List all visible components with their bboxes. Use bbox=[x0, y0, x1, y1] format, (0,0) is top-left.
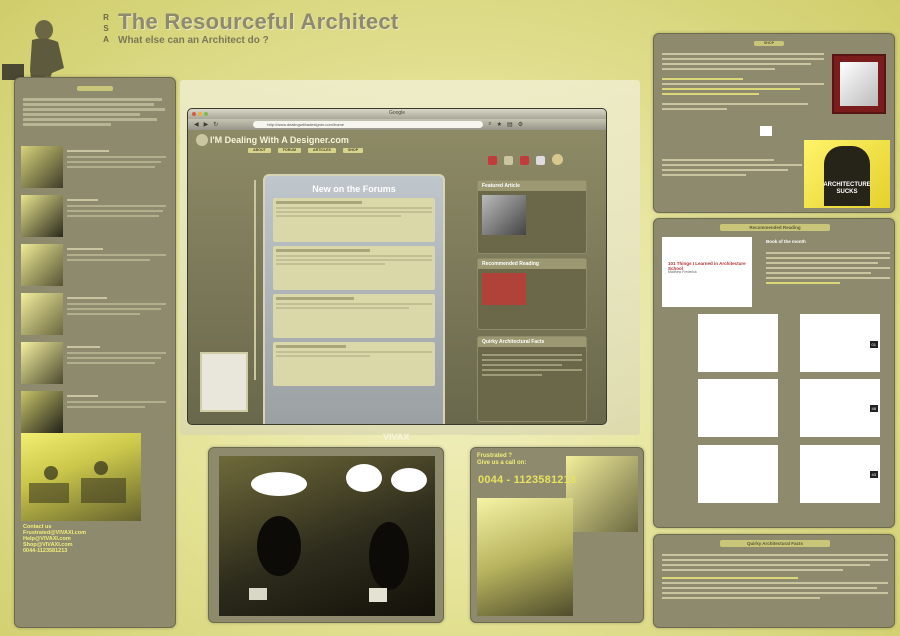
browser-titlebar: Google bbox=[188, 109, 606, 119]
book-page: 48 bbox=[800, 379, 880, 437]
forum-post[interactable] bbox=[273, 342, 435, 386]
reading-panel: Recommended Reading 101 Things I Learned… bbox=[653, 218, 895, 528]
left-panel: Contact us Frustrated@VIVAXI.com Help@VI… bbox=[14, 77, 176, 628]
tshirt-caption-line-2: SUCKS bbox=[836, 189, 858, 195]
forum-post[interactable] bbox=[273, 246, 435, 290]
site-nav: ABOUT FORUM ARTICLES SHOP bbox=[248, 148, 364, 153]
woman-on-phone-photo bbox=[566, 456, 638, 532]
book-page: 01 bbox=[800, 314, 880, 372]
quirky-facts-box: Quirky Architectural Facts bbox=[477, 336, 587, 422]
reading-tag: Recommended Reading bbox=[720, 224, 830, 231]
browser-window: Google ◀ ▶ ↻ http://www.dealingwithadesi… bbox=[187, 108, 607, 425]
bookmark-star-icon[interactable]: ★ bbox=[497, 121, 502, 128]
page-title: The Resourceful Architect bbox=[118, 9, 399, 34]
contact-block: Contact us Frustrated@VIVAXI.com Help@VI… bbox=[23, 524, 86, 554]
social-icon-4[interactable] bbox=[536, 156, 545, 165]
facts-text bbox=[662, 551, 888, 602]
frustrated-text: Frustrated ? bbox=[477, 453, 513, 459]
nav-forum[interactable]: FORUM bbox=[277, 148, 301, 153]
give-call-text: Give us a call on: bbox=[477, 460, 527, 466]
settings-icon[interactable]: ⚙ bbox=[518, 121, 523, 128]
page-number: 48 bbox=[869, 405, 878, 412]
featured-article-image[interactable] bbox=[482, 195, 526, 235]
facts-panel: Quirky Architectural Facts bbox=[653, 534, 895, 628]
book-page bbox=[698, 379, 778, 437]
search-icon[interactable]: ⌕ bbox=[488, 121, 491, 128]
book-page bbox=[698, 314, 778, 372]
social-icon-2[interactable] bbox=[504, 156, 513, 165]
shop-panel: SHOP ARCHITECTURE SUCKS bbox=[653, 33, 895, 213]
profile-photo bbox=[21, 146, 63, 188]
book-page bbox=[698, 445, 778, 503]
book-description bbox=[766, 249, 890, 287]
profile-photo bbox=[21, 195, 63, 237]
page-number: 43 bbox=[869, 471, 878, 478]
address-bar[interactable]: http://www.dealingwithadesigner.com/home bbox=[253, 121, 484, 128]
recommended-reading-title: Recommended Reading bbox=[478, 259, 586, 269]
book-author: Matthew Frederick bbox=[668, 270, 697, 274]
website-content: I'M Dealing With A Designer.com ABOUT FO… bbox=[188, 130, 606, 424]
shop-text-2 bbox=[662, 156, 802, 179]
social-icon-1[interactable] bbox=[488, 156, 497, 165]
quirky-facts-title: Quirky Architectural Facts bbox=[478, 337, 586, 347]
book-cover-image[interactable] bbox=[482, 273, 526, 305]
profile-item bbox=[21, 293, 171, 339]
profile-item bbox=[21, 391, 171, 437]
site-logo-icon bbox=[196, 134, 208, 146]
print-icon[interactable]: ▤ bbox=[507, 121, 513, 128]
tshirt-caption-line-1: ARCHITECTURE bbox=[823, 182, 871, 188]
forum-post[interactable] bbox=[273, 294, 435, 338]
profile-photo bbox=[21, 293, 63, 335]
tshirt-icon[interactable] bbox=[760, 126, 772, 136]
back-arrow-icon[interactable]: ◀ bbox=[194, 121, 199, 128]
forum-heading: New on the Forums bbox=[312, 184, 396, 194]
browser-toolbar: ◀ ▶ ↻ http://www.dealingwithadesigner.co… bbox=[188, 119, 606, 130]
cartoon-thumbnail bbox=[200, 352, 248, 412]
shop-tag: SHOP bbox=[754, 41, 784, 46]
user-avatar-icon[interactable] bbox=[552, 154, 563, 165]
profile-photo bbox=[21, 244, 63, 286]
forum-post[interactable] bbox=[273, 198, 435, 242]
book-page: 43 bbox=[800, 445, 880, 503]
featured-article-title: Featured Article bbox=[478, 181, 586, 191]
shop-text bbox=[662, 50, 824, 113]
profile-list bbox=[21, 146, 171, 437]
profile-item bbox=[21, 146, 171, 192]
intro-text-block bbox=[23, 96, 169, 140]
book-of-month-label: Book of the month bbox=[766, 239, 806, 244]
reload-icon[interactable]: ↻ bbox=[213, 121, 218, 128]
rsa-initials: RSA bbox=[103, 13, 109, 44]
man-sitting-photo bbox=[477, 498, 573, 616]
vivax-brand: VIVAX bbox=[383, 432, 410, 442]
profile-item bbox=[21, 195, 171, 241]
contact-phone[interactable]: 0044-1123581213 bbox=[23, 548, 86, 554]
recommended-reading-box: Recommended Reading bbox=[477, 258, 587, 330]
page-subtitle: What else can an Architect do ? bbox=[118, 35, 269, 46]
facts-tag: Quirky Architectural Facts bbox=[720, 540, 830, 547]
tshirt-model-photo[interactable]: ARCHITECTURE SUCKS bbox=[804, 140, 890, 208]
product-box-image[interactable] bbox=[832, 54, 886, 114]
profile-photo bbox=[21, 342, 63, 384]
page-number: 01 bbox=[869, 341, 878, 348]
book-cover[interactable]: 101 Things I Learned in Architecture Sch… bbox=[662, 237, 752, 307]
forum-left-pin-icon bbox=[254, 180, 256, 380]
forward-arrow-icon[interactable]: ▶ bbox=[204, 121, 209, 128]
nav-articles[interactable]: ARTICLES bbox=[307, 148, 336, 153]
nav-about[interactable]: ABOUT bbox=[248, 148, 271, 153]
profile-item bbox=[21, 342, 171, 388]
profile-photo bbox=[21, 391, 63, 433]
forum-panel: New on the Forums bbox=[263, 174, 445, 424]
profile-item bbox=[21, 244, 171, 290]
social-icon-3[interactable] bbox=[520, 156, 529, 165]
phone-number[interactable]: 0044 - 1123581213 bbox=[478, 474, 576, 486]
browser-window-title: Google bbox=[388, 110, 406, 116]
featured-article-box: Featured Article bbox=[477, 180, 587, 254]
cafe-photo bbox=[219, 456, 435, 616]
office-photo bbox=[21, 433, 141, 521]
site-title: I'M Dealing With A Designer.com bbox=[210, 135, 349, 145]
cafe-photo-panel bbox=[208, 447, 444, 623]
nav-shop[interactable]: SHOP bbox=[342, 148, 364, 153]
left-panel-tag bbox=[77, 86, 113, 91]
